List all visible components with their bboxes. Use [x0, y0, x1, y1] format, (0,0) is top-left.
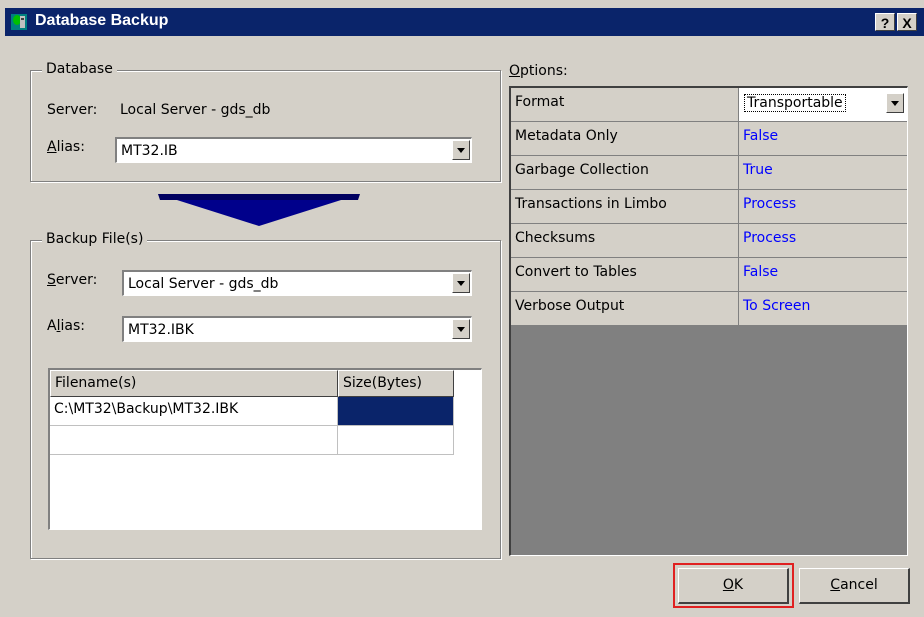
backup-alias-value: MT32.IBK: [128, 322, 194, 338]
database-server-label: Server:: [47, 102, 98, 118]
backup-server-label: Server:: [47, 272, 98, 288]
database-server-value: Local Server - gds_db: [120, 102, 271, 118]
database-backup-dialog: Database Backup ? X Database Server: Loc…: [0, 0, 924, 617]
database-alias-label: Alias:: [47, 139, 85, 155]
size-cell-selected[interactable]: [338, 397, 454, 426]
option-value[interactable]: False: [739, 258, 907, 292]
column-header-filename[interactable]: Filename(s): [50, 370, 338, 397]
option-name: Transactions in Limbo: [511, 190, 739, 224]
database-alias-combo[interactable]: MT32.IB: [115, 137, 472, 163]
options-grid[interactable]: Format Transportable Metadata Only False…: [509, 86, 908, 556]
database-group-label: Database: [42, 61, 117, 77]
option-name-format: Format: [511, 88, 739, 122]
option-row-checksums[interactable]: Checksums Process: [511, 224, 907, 258]
chevron-down-icon[interactable]: [886, 93, 904, 113]
backup-server-combo[interactable]: Local Server - gds_db: [122, 270, 472, 296]
filename-cell[interactable]: C:\MT32\Backup\MT32.IBK: [50, 397, 338, 426]
ok-button[interactable]: OK: [678, 568, 789, 604]
option-row-metadata-only[interactable]: Metadata Only False: [511, 122, 907, 156]
backup-files-group-label: Backup File(s): [42, 231, 148, 247]
backup-files-table[interactable]: Filename(s) Size(Bytes) C:\MT32\Backup\M…: [48, 368, 482, 530]
title-bar[interactable]: Database Backup ? X: [5, 8, 924, 36]
option-name: Checksums: [511, 224, 739, 258]
chevron-down-icon[interactable]: [452, 140, 470, 160]
option-row-garbage-collection[interactable]: Garbage Collection True: [511, 156, 907, 190]
option-value[interactable]: True: [739, 156, 907, 190]
close-button[interactable]: X: [897, 13, 917, 31]
empty-filename-cell[interactable]: [50, 426, 338, 455]
format-combo[interactable]: Transportable: [739, 88, 907, 122]
option-value[interactable]: To Screen: [739, 292, 907, 326]
chevron-down-icon[interactable]: [452, 273, 470, 293]
option-value[interactable]: Process: [739, 224, 907, 258]
options-label: Options:: [509, 63, 568, 79]
option-row-format[interactable]: Format Transportable: [511, 88, 907, 122]
option-name: Convert to Tables: [511, 258, 739, 292]
column-header-size[interactable]: Size(Bytes): [338, 370, 454, 397]
option-name: Verbose Output: [511, 292, 739, 326]
database-alias-value: MT32.IB: [121, 143, 178, 159]
option-name: Garbage Collection: [511, 156, 739, 190]
format-value: Transportable: [744, 94, 846, 112]
backup-alias-label: Alias:: [47, 318, 85, 334]
option-row-transactions-in-limbo[interactable]: Transactions in Limbo Process: [511, 190, 907, 224]
backup-server-value: Local Server - gds_db: [128, 276, 279, 292]
window-title: Database Backup: [35, 12, 169, 29]
option-value[interactable]: False: [739, 122, 907, 156]
arrow-down-icon: [158, 194, 360, 226]
option-row-verbose-output[interactable]: Verbose Output To Screen: [511, 292, 907, 326]
chevron-down-icon[interactable]: [452, 319, 470, 339]
option-value[interactable]: Process: [739, 190, 907, 224]
empty-size-cell[interactable]: [338, 426, 454, 455]
database-app-icon: [11, 14, 27, 30]
backup-alias-combo[interactable]: MT32.IBK: [122, 316, 472, 342]
option-row-convert-to-tables[interactable]: Convert to Tables False: [511, 258, 907, 292]
help-button[interactable]: ?: [875, 13, 895, 31]
cancel-button[interactable]: Cancel: [799, 568, 910, 604]
database-group: [30, 70, 501, 182]
option-name: Metadata Only: [511, 122, 739, 156]
